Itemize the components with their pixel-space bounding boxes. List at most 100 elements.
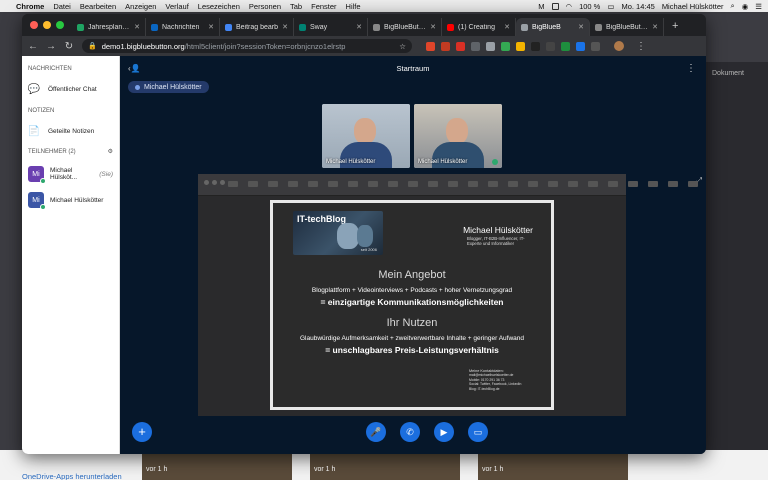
background-tile[interactable]: vor 1 h (142, 452, 292, 480)
webcam-video[interactable]: Michael Hülskötter (414, 104, 502, 168)
tab-bigbluebutton-active[interactable]: BigBlueB ✕ (516, 18, 590, 36)
contact-line: Social: Twitter, Facebook, LinkedIn (469, 382, 522, 387)
onedrive-link[interactable]: OneDrive-Apps herunterladen (22, 472, 122, 480)
phone-button[interactable]: ✆ (400, 422, 420, 442)
slide-contact: Meine Kontaktdaten: mail@michaelhuelskoe… (469, 369, 521, 391)
menu-datei[interactable]: Datei (53, 2, 71, 11)
close-icon[interactable]: ✕ (134, 23, 140, 31)
participant-name: Michael Hülskötter (50, 196, 104, 204)
mic-active-icon (492, 159, 498, 165)
back-icon[interactable]: ← (28, 41, 38, 52)
speaking-icon (135, 84, 140, 90)
shared-notes-item[interactable]: 📄 Geteilte Notizen (22, 120, 119, 142)
slide-name: Michael Hülskötter (463, 225, 533, 235)
talking-indicator[interactable]: Michael Hülskötter (128, 81, 209, 93)
minimize-window-button[interactable] (43, 21, 51, 29)
extension-icon[interactable] (591, 41, 600, 51)
close-icon[interactable]: ✕ (430, 23, 436, 31)
youtube-icon (447, 23, 454, 31)
background-tile[interactable]: vor 1 h (478, 452, 628, 480)
public-chat-label: Öffentlicher Chat (48, 85, 97, 93)
close-icon[interactable]: ✕ (652, 23, 658, 31)
forward-icon[interactable]: → (46, 41, 56, 52)
participants-heading: TEILNEHMER (2) ⚙ (22, 148, 119, 156)
participant-other[interactable]: Mi Michael Hülskötter (22, 187, 119, 213)
close-icon[interactable]: ✕ (356, 23, 362, 31)
actions-plus-button[interactable]: + (132, 422, 152, 442)
zoom-window-button[interactable] (56, 21, 64, 29)
close-icon[interactable]: ✕ (504, 23, 510, 31)
menu-bearbeiten[interactable]: Bearbeiten (80, 2, 116, 11)
menu-fenster[interactable]: Fenster (311, 2, 336, 11)
menu-anzeigen[interactable]: Anzeigen (125, 2, 156, 11)
control-center-icon[interactable]: ◉ (742, 2, 749, 11)
close-icon[interactable]: ✕ (578, 23, 584, 31)
menubar-user[interactable]: Michael Hülskötter (662, 2, 724, 11)
tab-youtube[interactable]: (1) Creating ✕ (442, 18, 516, 36)
gear-icon[interactable]: ⚙ (108, 148, 113, 155)
address-bar[interactable]: 🔒 demo1.bigbluebutton.org /html5client/j… (82, 39, 412, 53)
extension-icon[interactable] (471, 41, 480, 51)
tab-jahresplanung[interactable]: Jahresplanung ✕ (72, 18, 146, 36)
webcam-video[interactable]: Michael Hülskötter (322, 104, 410, 168)
sway-icon (299, 23, 306, 31)
tab-bigbluebutton-1[interactable]: BigBlueButton ✕ (368, 18, 442, 36)
screenshare-button[interactable]: ▭ (468, 422, 488, 442)
slide-heading-benefit: Ihr Nutzen (386, 317, 438, 329)
new-tab-button[interactable]: + (664, 20, 686, 36)
menu-app[interactable]: Chrome (16, 2, 44, 11)
participant-self[interactable]: Mi Michael Hülsköt... (Sie) (22, 161, 119, 187)
menu-hilfe[interactable]: Hilfe (346, 2, 361, 11)
menu-verlauf[interactable]: Verlauf (165, 2, 188, 11)
browser-menu-icon[interactable]: ⋮ (636, 41, 646, 52)
menu-lesezeichen[interactable]: Lesezeichen (198, 2, 240, 11)
extension-icon[interactable] (561, 41, 570, 51)
public-chat-item[interactable]: 💬 Öffentlicher Chat (22, 78, 119, 100)
extension-icon[interactable] (531, 41, 540, 51)
extension-icon[interactable] (426, 41, 435, 51)
close-window-button[interactable] (30, 21, 38, 29)
background-tile[interactable]: vor 1 h (310, 452, 460, 480)
tab-nachrichten[interactable]: Nachrichten ✕ (146, 18, 220, 36)
toggle-userlist-icon[interactable]: ‹👤 (128, 64, 141, 73)
extension-icon[interactable] (516, 41, 525, 51)
window-icon[interactable] (551, 2, 559, 10)
screenshare: IT-techBlog seit 2006 Michael Hülskötter… (198, 174, 698, 416)
extension-icon[interactable] (501, 41, 510, 51)
menu-list-icon[interactable]: ☰ (755, 2, 762, 11)
extension-icon[interactable] (441, 41, 450, 51)
gmail-icon[interactable]: M (538, 2, 544, 11)
tab-beitrag[interactable]: Beitrag bearb ✕ (220, 18, 294, 36)
bbb-sidebar: NACHRICHTEN 💬 Öffentlicher Chat NOTIZEN … (22, 56, 120, 454)
bbb-app: NACHRICHTEN 💬 Öffentlicher Chat NOTIZEN … (22, 56, 706, 454)
options-menu-icon[interactable]: ⋮ (686, 63, 696, 74)
tab-sway[interactable]: Sway ✕ (294, 18, 368, 36)
battery-icon[interactable]: ▭ (607, 2, 614, 11)
notes-icon: 📄 (27, 125, 41, 137)
close-icon[interactable]: ✕ (282, 23, 288, 31)
menu-personen[interactable]: Personen (249, 2, 281, 11)
menu-tab[interactable]: Tab (290, 2, 302, 11)
bookmark-star-icon[interactable]: ☆ (399, 42, 406, 51)
participant-you-tag: (Sie) (99, 170, 113, 178)
search-icon[interactable]: ⌕ (731, 1, 735, 11)
profile-avatar[interactable] (614, 41, 624, 51)
microphone-icon: 🎤 (370, 426, 382, 437)
tab-strip: Jahresplanung ✕ Nachrichten ✕ Beitrag be… (22, 14, 706, 36)
extension-icon[interactable] (486, 41, 495, 51)
avatar: Mi (28, 166, 46, 184)
wifi-icon[interactable]: ◠ (566, 2, 573, 11)
reload-icon[interactable]: ↻ (64, 41, 74, 52)
extension-icon[interactable] (456, 41, 465, 51)
close-icon[interactable]: ✕ (208, 23, 214, 31)
microphone-button[interactable]: 🎤 (366, 422, 386, 442)
wordpress-icon (225, 23, 232, 31)
extension-icon[interactable] (576, 41, 585, 51)
globe-icon (373, 23, 380, 31)
lock-icon[interactable]: 🔒 (88, 42, 97, 50)
tab-bigbluebutton-2[interactable]: BigBlueButton ✕ (590, 18, 664, 36)
clock[interactable]: Mo. 14:45 (621, 2, 654, 11)
tab-label: BigBlueButton (606, 23, 650, 31)
extension-icon[interactable] (546, 41, 555, 51)
webcam-button[interactable]: ▶ (434, 422, 454, 442)
